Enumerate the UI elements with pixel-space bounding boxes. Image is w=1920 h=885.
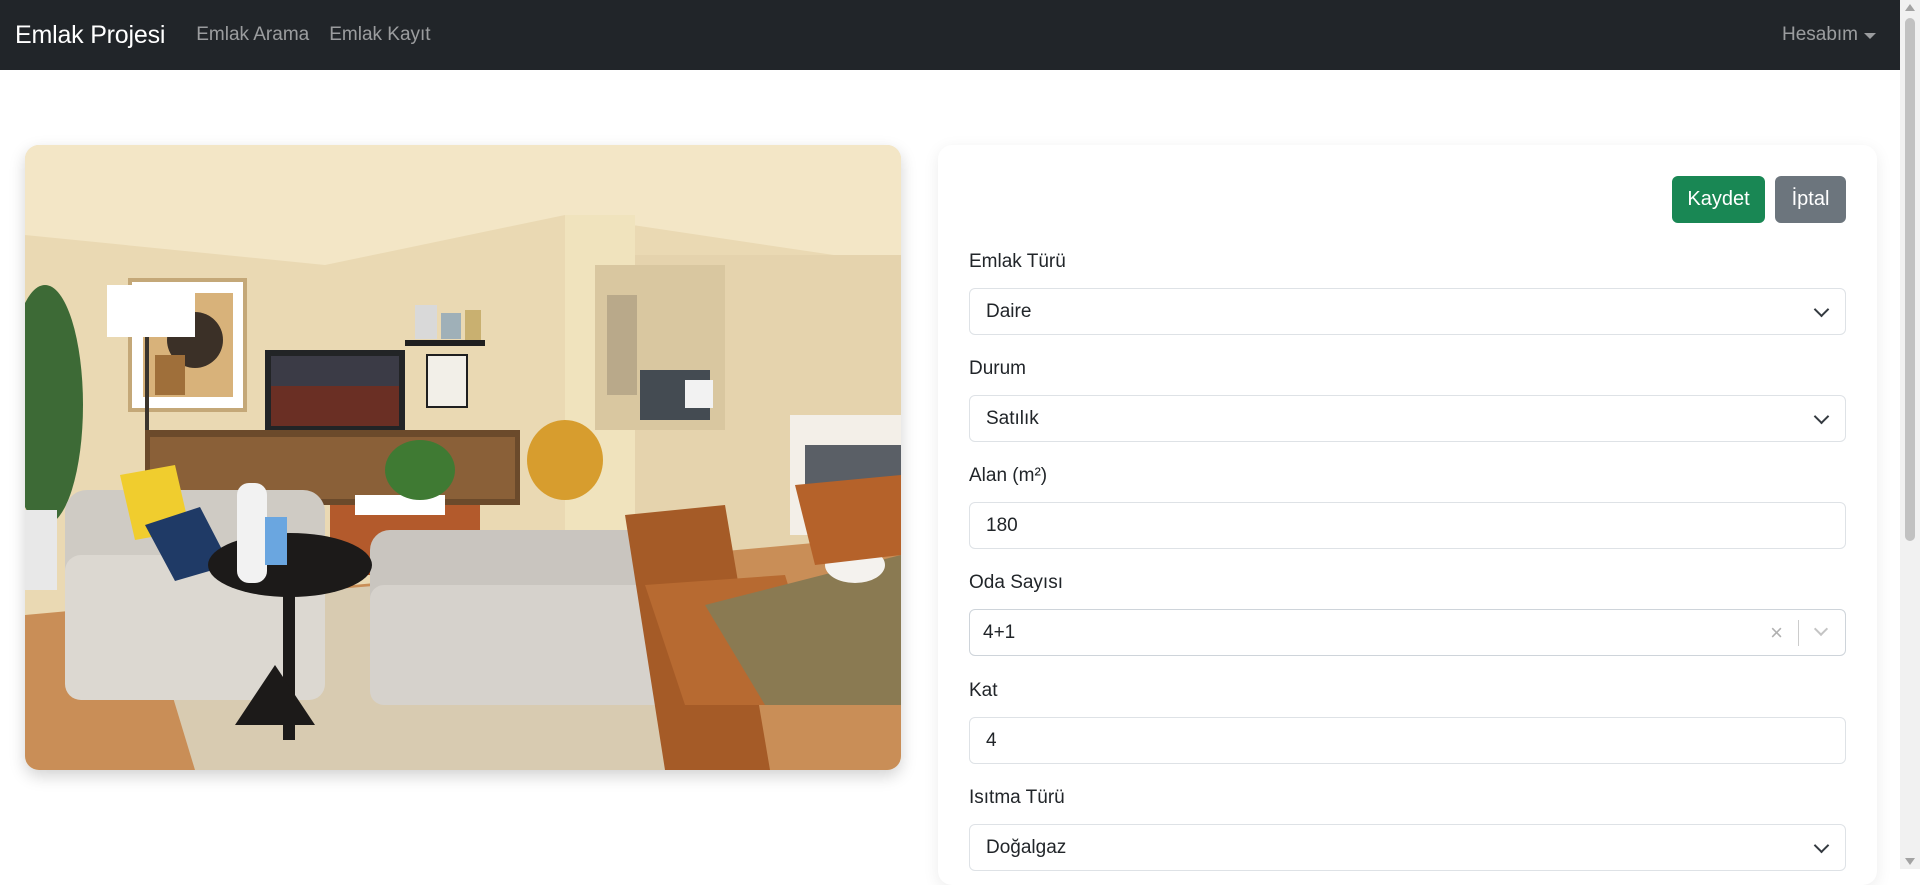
heating-type-select[interactable]: Doğalgaz [969, 824, 1846, 871]
status-label: Durum [969, 358, 1027, 379]
area-label: Alan (m²) [969, 465, 1048, 486]
room-count-select[interactable]: 4+1 × [969, 609, 1846, 656]
cancel-button[interactable]: İptal [1775, 176, 1846, 223]
scrollbar-thumb[interactable] [1905, 18, 1915, 541]
property-type-value: Daire [986, 300, 1032, 322]
top-navbar: Emlak Projesi Emlak Arama Emlak Kayıt He… [0, 0, 1900, 70]
chevron-down-icon [1813, 408, 1830, 425]
heating-type-value: Doğalgaz [986, 836, 1067, 858]
clear-icon[interactable]: × [1770, 620, 1783, 646]
area-value: 180 [986, 514, 1018, 536]
floor-input[interactable]: 4 [969, 717, 1846, 764]
room-count-label: Oda Sayısı [969, 572, 1063, 593]
property-type-label: Emlak Türü [969, 251, 1066, 272]
property-type-select[interactable]: Daire [969, 288, 1846, 335]
floor-label: Kat [969, 680, 998, 701]
property-form-card: Kaydet İptal Emlak Türü Daire Durum Satı… [938, 145, 1877, 885]
living-room-photo [25, 145, 901, 770]
scroll-down-arrow-icon[interactable] [1905, 858, 1915, 865]
heating-type-label: Isıtma Türü [969, 787, 1065, 808]
account-dropdown[interactable]: Hesabım [1782, 24, 1876, 46]
save-button[interactable]: Kaydet [1672, 176, 1765, 223]
scroll-up-arrow-icon[interactable] [1905, 4, 1915, 11]
nav-link-emlak-kayit[interactable]: Emlak Kayıt [329, 24, 430, 46]
caret-down-icon [1864, 33, 1876, 39]
property-photo [25, 145, 901, 770]
area-input[interactable]: 180 [969, 502, 1846, 549]
select-separator [1798, 620, 1799, 646]
chevron-down-icon [1813, 837, 1830, 854]
chevron-down-icon [1813, 301, 1830, 318]
account-label: Hesabım [1781, 24, 1858, 45]
page-scrollbar[interactable] [1900, 0, 1920, 869]
room-count-value: 4+1 [983, 621, 1016, 643]
floor-value: 4 [986, 729, 997, 751]
status-select[interactable]: Satılık [969, 395, 1846, 442]
chevron-down-icon[interactable] [1813, 621, 1829, 637]
nav-link-emlak-arama[interactable]: Emlak Arama [196, 24, 309, 46]
brand-link[interactable]: Emlak Projesi [15, 21, 165, 50]
status-value: Satılık [986, 407, 1039, 429]
